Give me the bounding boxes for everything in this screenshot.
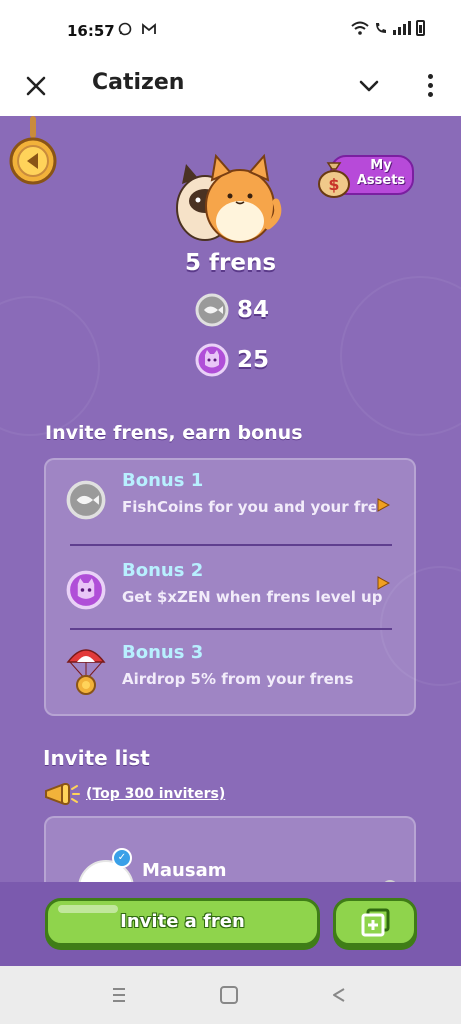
invite-fren-button[interactable]: Invite a fren [45, 898, 320, 946]
parachute-coin-icon [66, 649, 106, 695]
home-icon[interactable] [220, 986, 238, 1004]
bonus-card: Bonus 1 FishCoins for you and your frens… [44, 458, 416, 716]
close-button[interactable] [20, 70, 52, 102]
notification-icons [118, 22, 157, 38]
my-assets-label: My Assets [356, 158, 406, 188]
back-button[interactable] [8, 136, 58, 186]
close-icon [26, 76, 46, 96]
app-header: Catizen [0, 60, 461, 116]
bonus-desc: FishCoins for you and your frens [122, 498, 376, 516]
divider [70, 628, 392, 630]
back-icon[interactable] [330, 986, 348, 1004]
play-arrow-icon [377, 498, 390, 512]
status-bar: 16:57 [0, 0, 461, 60]
fishcoin-value: 84 [237, 297, 270, 323]
bonus-title: Bonus 3 [122, 642, 204, 663]
my-assets-button[interactable]: $ My Assets [306, 151, 416, 199]
whatsapp-icon [118, 22, 132, 36]
top-inviters-label: (Top 300 inviters) [86, 786, 226, 802]
gmail-icon [142, 23, 157, 34]
wifi-call-icon [376, 23, 386, 33]
bonus-title: Bonus 2 [122, 560, 204, 581]
recent-apps-icon[interactable] [110, 986, 128, 1004]
back-arrow-icon [9, 137, 57, 185]
collapse-button[interactable] [355, 72, 383, 100]
bonus-desc: Get $xZEN when frens level up [122, 588, 383, 606]
bonus-desc: Airdrop 5% from your frens [122, 670, 354, 688]
status-time: 16:57 [67, 22, 115, 40]
top-inviters-link[interactable]: (Top 300 inviters) [42, 780, 225, 808]
bonus-item-3[interactable]: Bonus 3 Airdrop 5% from your frens [46, 632, 418, 712]
wifi-icon [351, 21, 369, 35]
money-bag-icon: $ [318, 162, 350, 198]
fishcoin-icon [66, 480, 106, 520]
game-area: $ My Assets 5 frens 84 25 Invite frens, … [0, 116, 461, 966]
xzen-cat-icon [66, 570, 106, 610]
more-icon [427, 73, 433, 79]
invite-fren-label: Invite a fren [120, 911, 245, 932]
divider [70, 544, 392, 546]
play-arrow-icon [377, 576, 390, 590]
chevron-down-icon [359, 80, 379, 92]
xzen-value: 25 [237, 347, 270, 373]
more-menu-button[interactable] [418, 68, 442, 102]
invite-section-title: Invite frens, earn bonus [45, 422, 303, 444]
background-decoration [0, 296, 100, 436]
system-nav-bar [0, 966, 461, 1024]
fishcoin-icon [195, 293, 229, 327]
megaphone-icon [45, 783, 80, 805]
copy-link-button[interactable] [333, 898, 417, 946]
bonus-item-1[interactable]: Bonus 1 FishCoins for you and your frens [46, 460, 418, 540]
verified-badge-icon: ✓ [112, 848, 132, 868]
cats-illustration [170, 146, 285, 246]
signal-icon [393, 21, 411, 35]
battery-icon [416, 20, 425, 36]
rope [30, 116, 36, 138]
background-decoration [340, 276, 461, 436]
system-icons [351, 20, 425, 36]
copy-icon [361, 908, 390, 937]
xzen-stat: 25 [195, 342, 269, 378]
invitee-name: Mausam [142, 860, 227, 881]
fishcoin-stat: 84 [195, 292, 269, 328]
invite-list-title: Invite list [43, 746, 150, 770]
frens-count: 5 frens [184, 250, 277, 276]
bonus-item-2[interactable]: Bonus 2 Get $xZEN when frens level up [46, 550, 418, 630]
svg-text:$: $ [328, 175, 339, 194]
xzen-cat-icon [195, 343, 229, 377]
bonus-title: Bonus 1 [122, 470, 204, 491]
page-title: Catizen [92, 70, 185, 95]
